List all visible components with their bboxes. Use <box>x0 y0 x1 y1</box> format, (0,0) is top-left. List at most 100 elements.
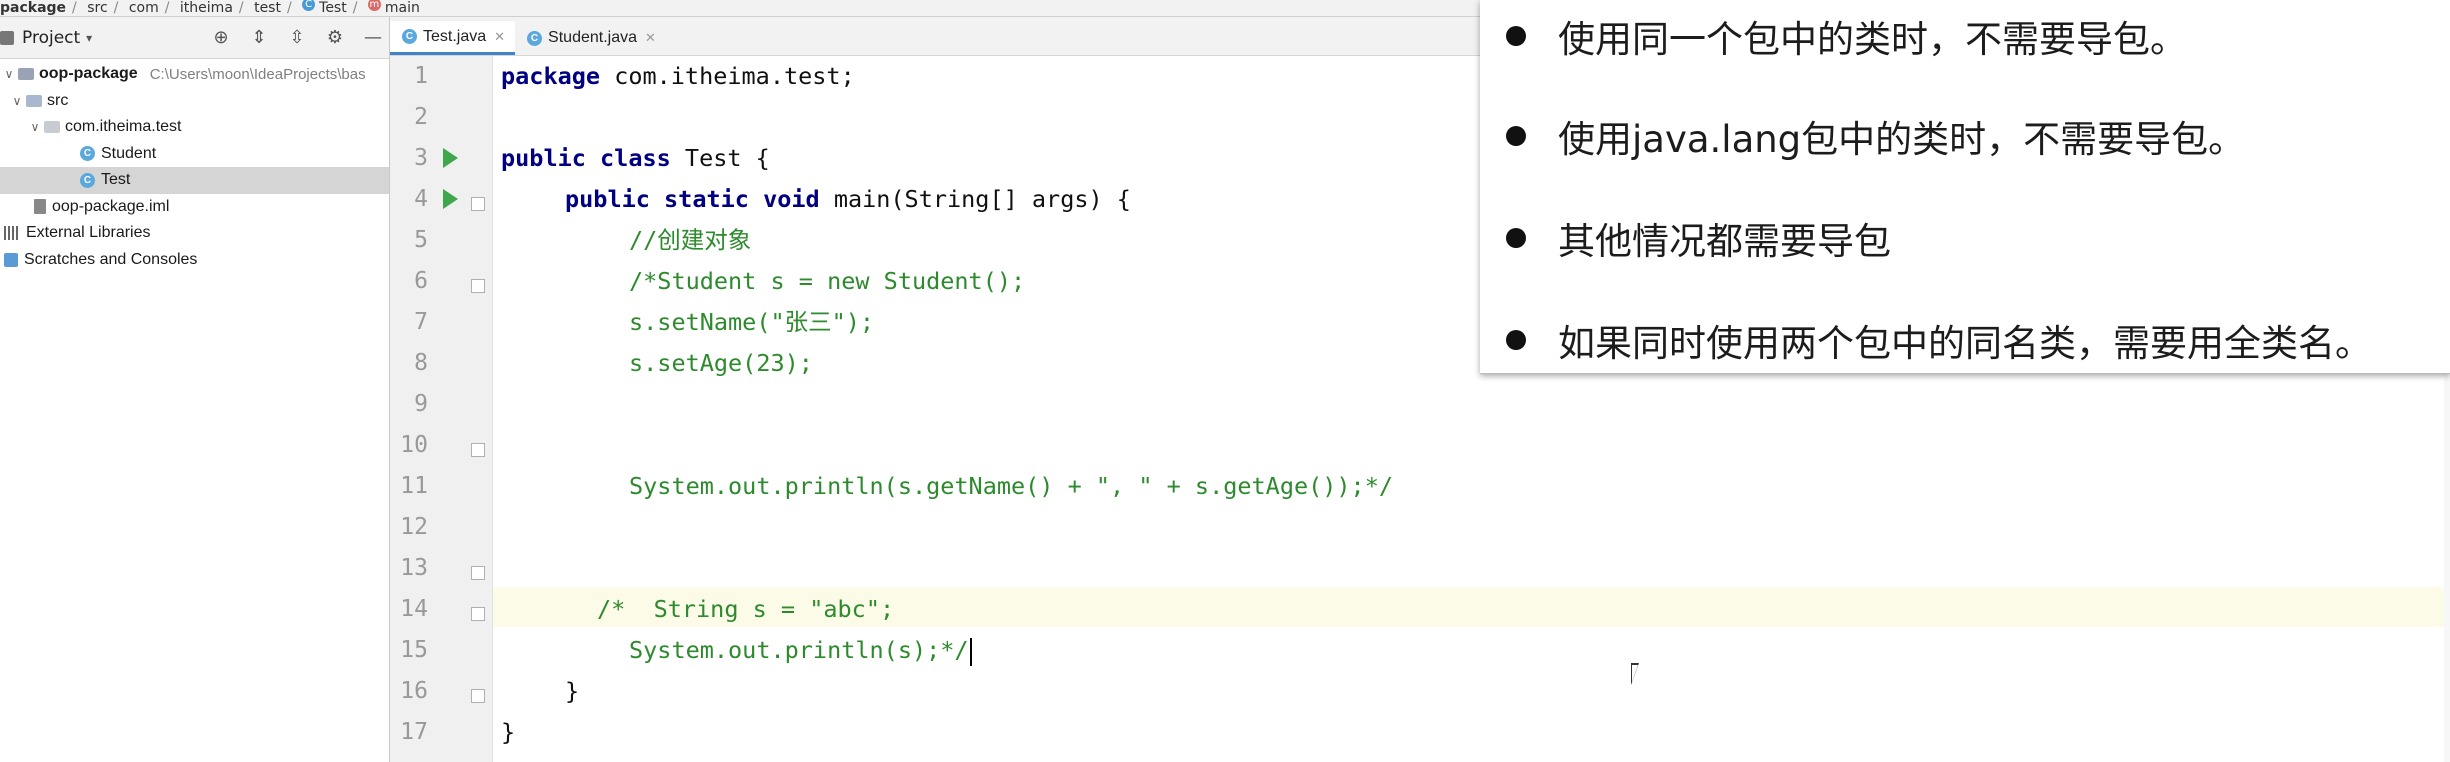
class-icon: C <box>527 30 543 46</box>
tree-item-label: Student <box>101 144 157 162</box>
comment-line: //创建对象 <box>629 226 752 254</box>
run-icon[interactable] <box>443 148 458 168</box>
line-number: 5 <box>414 227 428 253</box>
fold-icon[interactable] <box>471 443 485 457</box>
bullet-icon <box>1506 330 1526 350</box>
mouse-pointer-icon <box>1631 663 1639 685</box>
tree-item-external-libraries[interactable]: External Libraries <box>0 220 389 247</box>
breadcrumb-item[interactable]: com <box>129 0 159 16</box>
tree-item-src[interactable]: ∨ src <box>0 88 389 115</box>
line-number: 10 <box>400 432 428 458</box>
tab-student-java[interactable]: C Student.java ✕ <box>515 21 666 55</box>
tree-item-oop-package[interactable]: ∨ oop-package C:\Users\moon\IdeaProjects… <box>0 61 389 88</box>
line-number: 1 <box>414 63 428 89</box>
chevron-down-icon[interactable]: ∨ <box>26 120 44 134</box>
line-number: 11 <box>400 473 428 499</box>
locate-icon[interactable]: ⊕ <box>211 27 231 48</box>
line-number: 16 <box>400 678 428 704</box>
class-icon: C <box>402 29 417 44</box>
line-number: 7 <box>414 309 428 335</box>
class-icon: C <box>80 146 95 162</box>
chevron-down-icon[interactable]: ▾ <box>86 31 92 45</box>
libraries-icon <box>4 226 20 241</box>
text-caret <box>969 637 972 666</box>
project-view-icon <box>0 30 14 45</box>
class-icon: C <box>302 0 316 11</box>
line-number: 3 <box>414 145 428 171</box>
editor-gutter[interactable]: 1 2 3 4 5 6 7 8 9 10 11 12 13 14 15 16 1… <box>390 56 493 762</box>
keyword: public class <box>501 144 671 172</box>
tree-item-scratches[interactable]: Scratches and Consoles <box>0 247 389 274</box>
chevron-down-icon[interactable]: ∨ <box>8 94 26 108</box>
line-number: 15 <box>400 637 428 663</box>
fold-icon[interactable] <box>471 197 485 211</box>
line-number: 8 <box>414 350 428 376</box>
tab-label: Student.java <box>548 29 637 46</box>
close-icon[interactable]: ✕ <box>494 29 505 45</box>
line-number: 2 <box>414 104 428 130</box>
bullet-text: 使用同一个包中的类时，不需要导包。 <box>1558 18 2187 61</box>
tree-item-student[interactable]: C Student <box>0 141 389 168</box>
breadcrumb-item[interactable]: package <box>0 0 66 16</box>
class-icon: C <box>80 172 95 188</box>
bullet-text: 使用java.lang包中的类时，不需要导包。 <box>1558 118 2246 161</box>
fold-icon[interactable] <box>471 566 485 580</box>
keyword: public static void <box>565 185 820 213</box>
comment-line: s.setName("张三"); <box>629 308 875 336</box>
bullet-icon <box>1506 228 1526 248</box>
breadcrumb-item[interactable]: Test <box>319 0 347 16</box>
code-line: } <box>565 677 580 705</box>
expand-all-icon[interactable]: ⇕ <box>249 27 269 48</box>
chevron-down-icon[interactable]: ∨ <box>0 67 18 81</box>
breadcrumb-item[interactable]: main <box>385 0 420 16</box>
line-number: 13 <box>400 555 428 581</box>
module-folder-icon <box>18 68 34 81</box>
close-icon[interactable]: ✕ <box>645 30 656 46</box>
run-icon[interactable] <box>443 189 458 209</box>
project-view-selector[interactable]: Project <box>22 28 80 48</box>
comment-line: /*Student s = new Student(); <box>629 267 1026 295</box>
tree-item-label: src <box>47 91 69 109</box>
fold-icon[interactable] <box>471 689 485 703</box>
breadcrumb-item[interactable]: test <box>254 0 281 16</box>
project-toolbar: ⊕ ⇕ ⇳ ⚙ — <box>211 17 383 58</box>
line-number: 14 <box>400 596 428 622</box>
code-line: public class Test { <box>501 138 770 179</box>
tree-item-iml[interactable]: oop-package.iml <box>0 194 389 221</box>
code-text: com.itheima.test; <box>600 62 855 90</box>
bullet-icon <box>1506 126 1526 146</box>
line-number: 6 <box>414 268 428 294</box>
tree-item-label: oop-package <box>39 65 138 83</box>
tree-item-test[interactable]: C Test <box>0 167 389 194</box>
tree-item-label: Test <box>101 171 131 189</box>
tree-item-package[interactable]: ∨ com.itheima.test <box>0 114 389 141</box>
code-text: System.out.println(s);*/ <box>629 636 969 664</box>
project-panel-header: Project ▾ ⊕ ⇕ ⇳ ⚙ — <box>0 17 389 59</box>
line-number: 4 <box>414 186 428 212</box>
line-number: 9 <box>414 391 428 417</box>
comment-line: s.setAge(23); <box>629 349 813 377</box>
comment-line: System.out.println(s.getName() + ", " + … <box>629 472 1394 500</box>
code-line: } <box>501 718 516 746</box>
source-folder-icon <box>26 94 42 107</box>
bullet-item: 使用java.lang包中的类时，不需要导包。 <box>1506 106 2245 166</box>
package-folder-icon <box>44 121 60 134</box>
tree-item-label: External Libraries <box>26 224 151 242</box>
breadcrumb-item[interactable]: src <box>87 0 107 16</box>
method-icon: m <box>367 0 381 11</box>
project-tree: ∨ oop-package C:\Users\moon\IdeaProjects… <box>0 59 389 273</box>
comment-line: System.out.println(s);*/ <box>629 630 972 671</box>
keyword: package <box>501 62 601 90</box>
code-line: public static void main(String[] args) { <box>565 179 1131 220</box>
fold-icon[interactable] <box>471 607 485 621</box>
gear-icon[interactable]: ⚙ <box>325 27 345 48</box>
iml-file-icon <box>34 199 46 215</box>
scratches-icon <box>4 252 18 267</box>
collapse-all-icon[interactable]: ⇳ <box>287 27 307 48</box>
tab-test-java[interactable]: C Test.java ✕ <box>390 21 516 55</box>
hide-icon[interactable]: — <box>363 27 383 48</box>
breadcrumb-item[interactable]: itheima <box>180 0 233 16</box>
fold-icon[interactable] <box>471 279 485 293</box>
code-line: package com.itheima.test; <box>501 56 855 97</box>
bullet-text: 其他情况都需要导包 <box>1558 220 1891 263</box>
